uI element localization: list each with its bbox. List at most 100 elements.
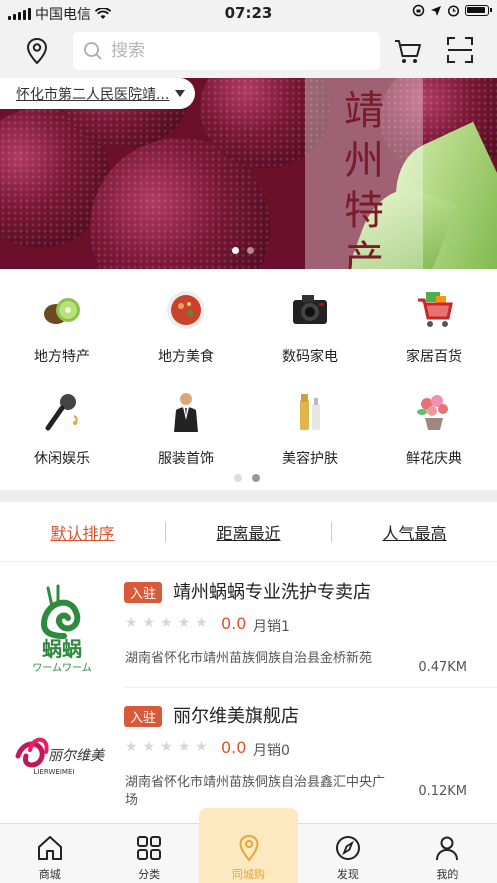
section-divider (0, 490, 497, 502)
category-digital-appliances[interactable]: 数码家电 (248, 288, 372, 366)
category-local-food[interactable]: 地方美食 (124, 288, 248, 366)
banner-title-char: 产 (344, 238, 384, 269)
store-logo: 丽尔维美 LIERWEIMEI (15, 737, 106, 776)
camera-icon (293, 295, 327, 324)
location-pin-icon[interactable] (22, 36, 52, 66)
tab-label: 我的 (436, 868, 459, 881)
tab-label: 发现 (336, 868, 359, 881)
sort-bar: 默认排序 距离最近 人气最高 (0, 502, 497, 562)
alarm-icon (447, 5, 460, 17)
status-bar: 中国电信 07:23 (0, 0, 497, 26)
location-pin-icon (239, 834, 259, 862)
category-grid: 地方特产 地方美食 数码家电 家居百货 休闲娱乐 服装首饰 美容护肤 鲜花庆典 (0, 270, 497, 488)
bottom-tab-bar: 商城 分类 同城购 发现 我的 (0, 808, 497, 883)
star-icon: ★ (125, 615, 138, 631)
sort-popular[interactable]: 人气最高 (332, 520, 497, 544)
star-icon: ★ (160, 615, 173, 631)
banner-pagination (232, 247, 254, 254)
location-label: 怀化市第二人民医院靖... (16, 86, 170, 103)
category-label: 休闲娱乐 (34, 451, 90, 467)
scan-icon[interactable] (446, 36, 474, 64)
tab-mall[interactable]: 商城 (0, 824, 99, 883)
star-icon: ★ (142, 739, 156, 755)
category-label: 美容护肤 (282, 451, 338, 467)
store-item[interactable]: 丽尔维美 LIERWEIMEI 入驻 丽尔维美旗舰店 ★ ★ ★ ★ ★ 0.0 月销0… (0, 688, 497, 812)
dropdown-triangle-icon (175, 90, 186, 97)
store-logo-text: 蜗蜗 (42, 637, 82, 661)
tab-label: 商城 (38, 868, 61, 881)
store-address: 湖南省怀化市靖州苗族侗族自治县鑫汇中央广场 (125, 775, 386, 808)
star-icon: ★ (177, 739, 191, 755)
grid-icon (137, 836, 162, 860)
category-page-dot[interactable] (234, 474, 242, 482)
cosmetics-icon (300, 394, 320, 430)
cart-icon[interactable] (393, 36, 423, 66)
sort-nearest[interactable]: 距离最近 (166, 520, 331, 544)
user-icon (436, 836, 459, 861)
tab-category[interactable]: 分类 (99, 824, 198, 883)
store-item[interactable]: 蜗蜗 ワームワーム 入驻 靖州蜗蜗专业洗护专卖店 ★ ★ ★ ★ ★ 0.0 月销1 湖… (0, 564, 497, 688)
star-icon: ★ (125, 739, 138, 755)
banner-dot[interactable] (232, 247, 239, 254)
store-badge: 入驻 (124, 582, 163, 603)
banner-dot[interactable] (247, 247, 254, 254)
tab-mine[interactable]: 我的 (398, 824, 497, 883)
microphone-icon (45, 394, 78, 431)
category-flowers[interactable]: 鲜花庆典 (372, 390, 496, 468)
search-bar[interactable] (73, 32, 380, 70)
search-input[interactable] (111, 41, 361, 61)
star-icon: ★ (177, 615, 191, 631)
store-logo-subtext: LIERWEIMEI (34, 768, 75, 776)
search-icon (84, 42, 102, 60)
location-arrow-icon (431, 5, 441, 16)
battery-icon (465, 5, 492, 16)
rating-stars: ★ ★ ★ ★ ★ (125, 739, 208, 755)
store-sales: 月销0 (253, 743, 290, 759)
category-local-specialty[interactable]: 地方特产 (0, 288, 124, 366)
category-page-dot[interactable] (252, 474, 260, 482)
star-icon: ★ (195, 615, 208, 631)
store-rating: 0.0 (221, 738, 247, 757)
compass-icon (335, 836, 360, 860)
tab-label: 分类 (138, 868, 161, 881)
star-icon: ★ (160, 739, 173, 755)
banner-title-char: 靖 (344, 88, 384, 134)
home-icon (37, 836, 62, 860)
location-selector[interactable]: 怀化市第二人民医院靖... (0, 78, 196, 109)
category-label: 地方美食 (158, 349, 214, 365)
category-label: 鲜花庆典 (406, 451, 462, 467)
category-household[interactable]: 家居百货 (372, 288, 496, 366)
dish-icon (167, 291, 205, 329)
store-address: 湖南省怀化市靖州苗族侗族自治县金桥新苑 (125, 651, 373, 666)
category-label: 地方特产 (34, 349, 90, 365)
store-name: 靖州蜗蜗专业洗护专卖店 (173, 582, 371, 603)
banner-title-char: 州 (344, 138, 384, 184)
store-name: 丽尔维美旗舰店 (173, 706, 299, 727)
star-icon: ★ (195, 739, 208, 755)
category-label: 家居百货 (406, 349, 462, 365)
category-leisure[interactable]: 休闲娱乐 (0, 390, 124, 468)
store-logo-subtext: ワームワーム (32, 662, 91, 674)
store-logo-text: 丽尔维美 (48, 748, 106, 764)
category-label: 服装首饰 (158, 451, 214, 467)
store-badge: 入驻 (124, 706, 163, 727)
tab-discover[interactable]: 发现 (298, 824, 397, 883)
rating-stars: ★ ★ ★ ★ ★ (125, 615, 208, 631)
sort-default[interactable]: 默认排序 (0, 520, 165, 544)
tab-label: 同城购 (232, 868, 266, 881)
star-icon: ★ (142, 615, 156, 631)
kiwi-icon (44, 298, 80, 324)
category-apparel[interactable]: 服装首饰 (124, 390, 248, 468)
top-header (0, 26, 497, 78)
status-right (412, 4, 492, 17)
tab-local-shopping[interactable]: 同城购 (198, 808, 299, 883)
store-distance: 0.47KM (418, 660, 467, 675)
store-sales: 月销1 (253, 619, 290, 635)
category-beauty[interactable]: 美容护肤 (248, 390, 372, 468)
suit-icon (174, 393, 198, 432)
flower-icon (417, 395, 448, 430)
category-label: 数码家电 (282, 349, 338, 365)
store-distance: 0.12KM (418, 784, 467, 799)
shopping-cart-icon (418, 292, 453, 327)
store-rating: 0.0 (221, 614, 247, 633)
